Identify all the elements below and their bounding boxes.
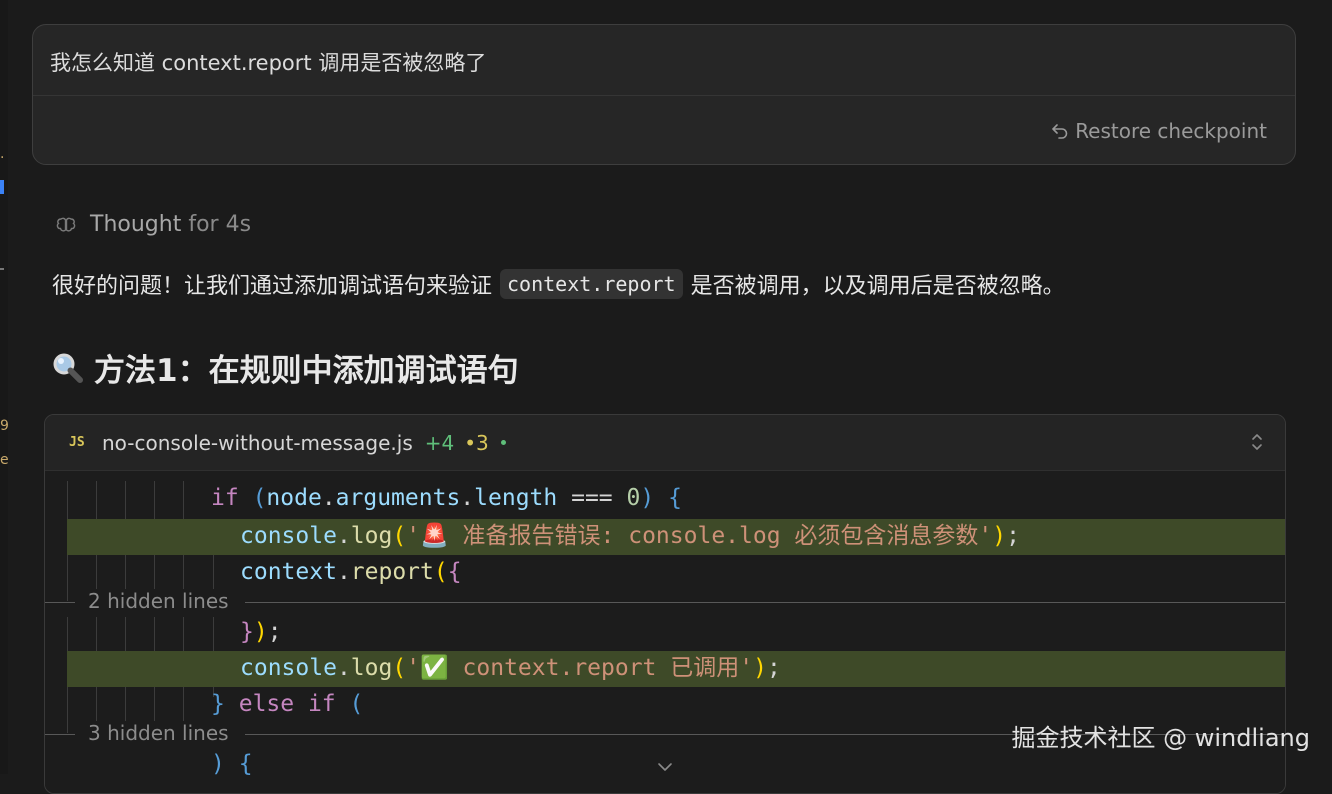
thought-duration: for 4s	[188, 212, 252, 237]
thought-toggle[interactable]: Thought for 4s	[54, 212, 251, 237]
active-indicator	[0, 180, 4, 194]
divider	[33, 95, 1295, 96]
code-line-added: console.log('✅ context.report 已调用');	[67, 651, 1285, 687]
code-line-added: console.log('🚨 准备报告错误: console.log 必须包含消…	[67, 519, 1285, 555]
activity-strip: · 9 e	[0, 0, 9, 774]
added-lines-count: +4	[424, 430, 455, 455]
brain-icon	[56, 217, 76, 232]
status-dot	[500, 440, 506, 445]
undo-icon	[1052, 124, 1068, 139]
code-line: });	[240, 619, 282, 645]
watermark: 掘金技术社区 @ windliang	[1011, 724, 1311, 752]
hidden-lines-label[interactable]: 3 hidden lines	[88, 721, 235, 745]
user-message-text: 我怎么知道 context.report 调用是否被忽略了	[50, 51, 487, 75]
code-line: context.report({	[240, 559, 462, 585]
hidden-lines-label[interactable]: 2 hidden lines	[88, 589, 235, 613]
gutter-glyph: ·	[0, 150, 5, 166]
restore-checkpoint-label: Restore checkpoint	[1075, 119, 1267, 143]
thought-label: Thought	[90, 212, 182, 237]
code-file-header[interactable]: JS no-console-without-message.js +4 •3	[45, 415, 1285, 471]
restore-checkpoint-button[interactable]: Restore checkpoint	[1051, 119, 1267, 143]
answer-text-before: 很好的问题！让我们通过添加调试语句来验证	[52, 274, 493, 299]
code-filename[interactable]: no-console-without-message.js	[102, 431, 413, 455]
answer-text-after: 是否被调用，以及调用后是否被忽略。	[690, 274, 1065, 299]
modified-lines-count: •3	[464, 430, 489, 455]
user-message-card[interactable]: 我怎么知道 context.report 调用是否被忽略了 Restore ch…	[32, 24, 1296, 165]
assistant-answer: 很好的问题！让我们通过添加调试语句来验证 context.report 是否被调…	[52, 268, 1065, 300]
section-heading-text: 方法1：在规则中添加调试语句	[94, 353, 519, 389]
expand-collapse-icon[interactable]	[1249, 432, 1265, 452]
code-line: if (node.arguments.length === 0) {	[211, 485, 682, 511]
section-heading: 方法1：在规则中添加调试语句	[50, 345, 519, 390]
gutter-tick	[0, 268, 4, 270]
hidden-lines-expander[interactable]: 2 hidden lines	[45, 589, 1285, 615]
js-file-icon: JS	[69, 435, 85, 450]
magnifier-icon	[53, 353, 83, 383]
close-icon[interactable]	[655, 762, 675, 774]
gutter-glyph: e	[0, 452, 9, 468]
inline-code: context.report	[500, 269, 683, 299]
gutter-glyph: 9	[0, 418, 9, 434]
